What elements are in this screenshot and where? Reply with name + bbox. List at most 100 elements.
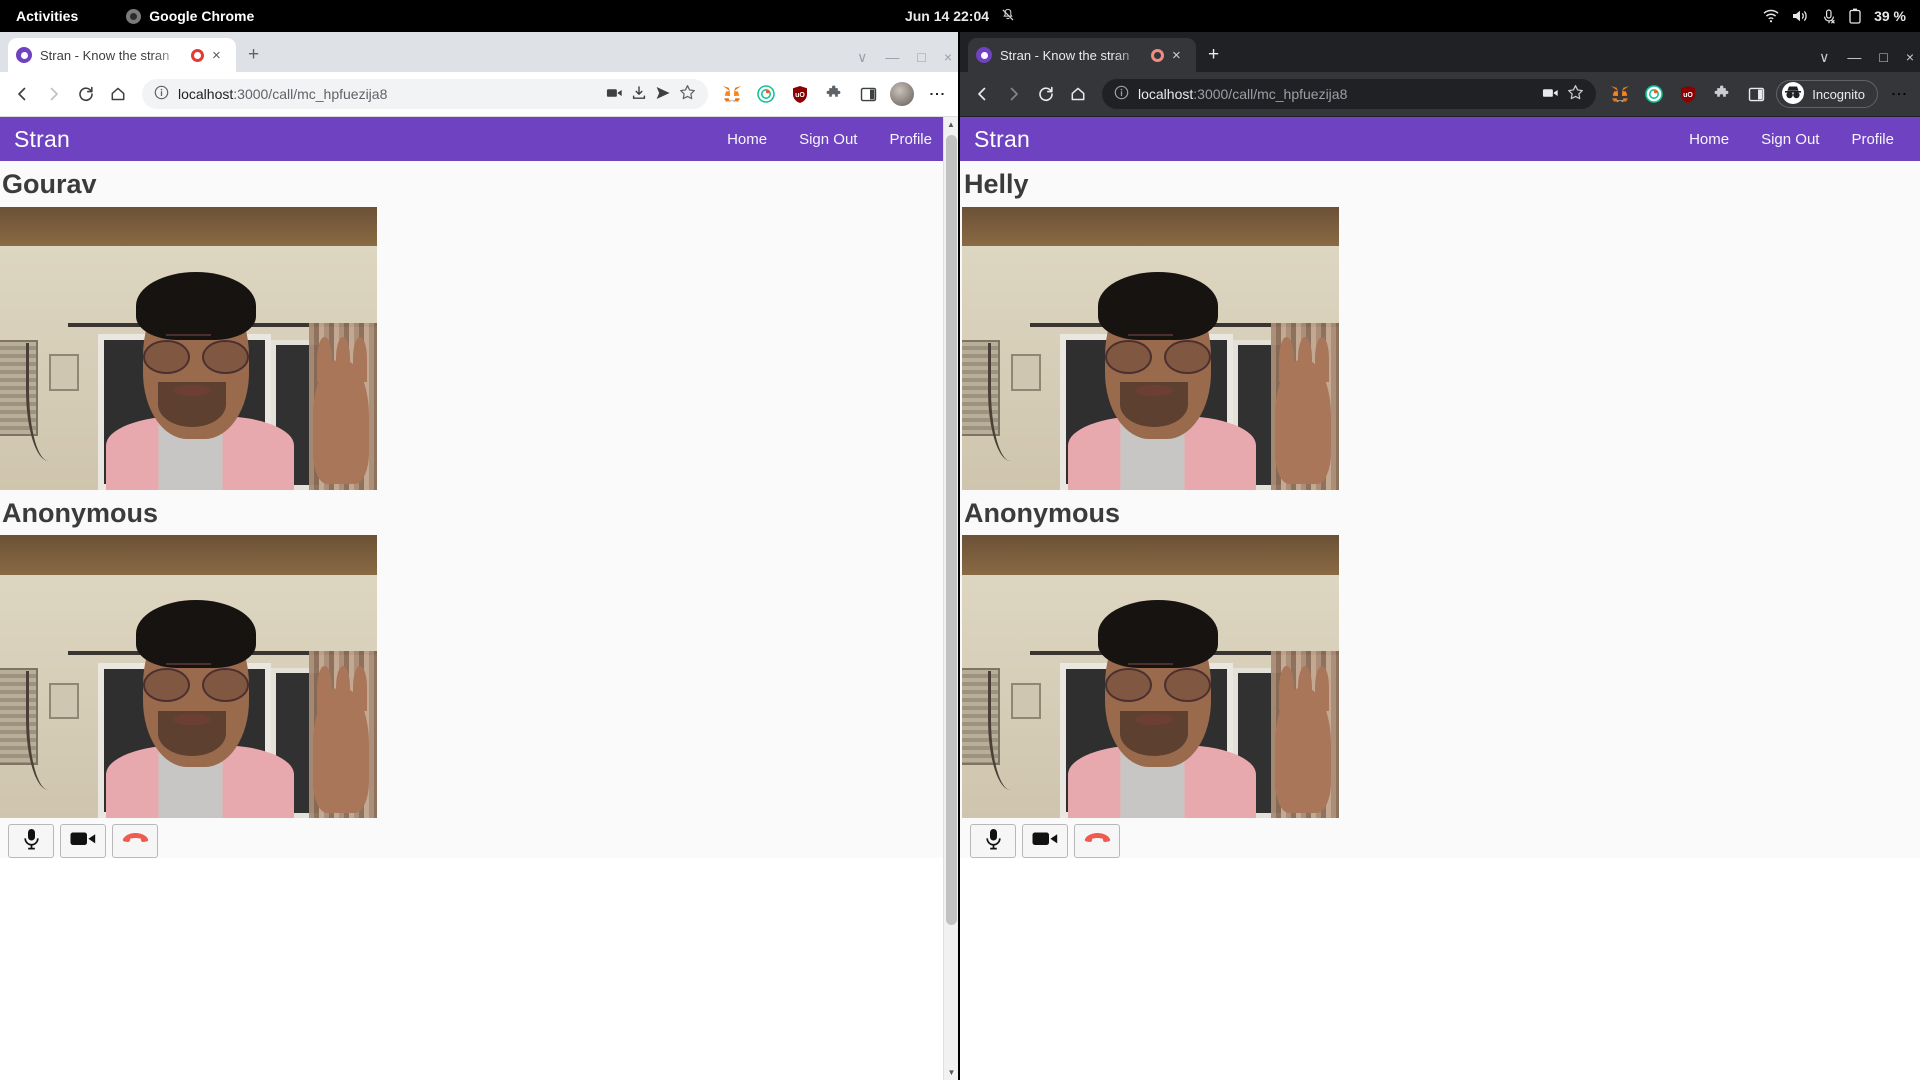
site-info-icon[interactable] xyxy=(154,85,169,103)
camera-toggle-button[interactable] xyxy=(60,824,106,859)
bookmark-star-icon[interactable] xyxy=(1567,84,1584,104)
maximize-button[interactable]: □ xyxy=(917,50,925,64)
close-window-button[interactable]: × xyxy=(1906,50,1914,64)
url-text: localhost:3000/call/mc_hpfuezija8 xyxy=(178,86,387,102)
incognito-label: Incognito xyxy=(1812,86,1865,102)
active-app-menu[interactable]: Google Chrome xyxy=(126,8,254,24)
extension-icons: uO ⋮ xyxy=(718,80,950,108)
tab-close-icon[interactable]: × xyxy=(1172,48,1188,63)
end-call-button[interactable] xyxy=(112,824,158,859)
app-brand[interactable]: Stran xyxy=(14,126,70,153)
call-page-body: Helly Anonymous xyxy=(960,161,1920,859)
tab-search-chevron-down-icon[interactable]: ∨ xyxy=(1819,50,1829,64)
local-video-feed[interactable] xyxy=(0,535,377,819)
end-call-button[interactable] xyxy=(1074,824,1120,859)
nav-link-sign-out[interactable]: Sign Out xyxy=(799,131,857,148)
metamask-icon[interactable] xyxy=(718,80,746,108)
extension-icons: uO Incognito ⋮ xyxy=(1606,80,1912,108)
stran-favicon xyxy=(16,47,32,63)
forward-icon[interactable] xyxy=(40,80,68,108)
bookmark-star-icon[interactable] xyxy=(679,84,696,104)
system-status-area[interactable]: 39 % xyxy=(1763,8,1906,24)
remote-video-feed[interactable] xyxy=(962,206,1339,490)
back-icon[interactable] xyxy=(8,80,36,108)
battery-percentage: 39 % xyxy=(1874,8,1906,24)
ublock-origin-icon[interactable]: uO xyxy=(786,80,814,108)
scroll-up-arrow-icon[interactable]: ▲ xyxy=(944,117,958,132)
microphone-toggle-button[interactable] xyxy=(970,824,1016,859)
nav-link-profile[interactable]: Profile xyxy=(889,131,932,148)
recording-indicator-icon[interactable] xyxy=(1151,48,1164,62)
home-icon[interactable] xyxy=(104,80,132,108)
peer-name-remote: Gourav xyxy=(2,169,97,199)
back-icon[interactable] xyxy=(968,80,996,108)
minimize-button[interactable]: — xyxy=(1847,50,1861,64)
microphone-toggle-button[interactable] xyxy=(8,824,54,859)
page-scrollbar[interactable]: ▲ ▼ xyxy=(943,117,958,1080)
new-tab-button[interactable]: + xyxy=(1208,45,1219,64)
address-bar[interactable]: localhost:3000/call/mc_hpfuezija8 xyxy=(1102,79,1597,109)
metamask-icon[interactable] xyxy=(1606,80,1634,108)
forward-icon[interactable] xyxy=(1000,80,1028,108)
nav-link-sign-out[interactable]: Sign Out xyxy=(1761,131,1819,148)
scrollbar-thumb[interactable] xyxy=(946,135,957,925)
window-controls: ∨ — □ × xyxy=(857,50,952,64)
site-info-icon[interactable] xyxy=(1114,85,1129,103)
extensions-puzzle-icon[interactable] xyxy=(1708,80,1736,108)
grammarly-icon[interactable] xyxy=(1640,80,1668,108)
side-panel-icon[interactable] xyxy=(1742,80,1770,108)
install-app-icon[interactable] xyxy=(631,85,647,104)
nav-link-home[interactable]: Home xyxy=(727,131,767,148)
extensions-puzzle-icon[interactable] xyxy=(820,80,848,108)
media-cast-icon[interactable] xyxy=(1542,86,1559,103)
notification-bell-muted-icon xyxy=(1001,8,1015,25)
home-icon[interactable] xyxy=(1064,80,1092,108)
nav-link-profile[interactable]: Profile xyxy=(1851,131,1894,148)
new-tab-button[interactable]: + xyxy=(248,45,259,64)
address-bar[interactable]: localhost:3000/call/mc_hpfuezija8 xyxy=(142,79,708,109)
tab-close-icon[interactable]: × xyxy=(212,48,228,63)
peer-name-local: Anonymous xyxy=(964,497,1121,528)
url-path: :3000/call/mc_hpfuezija8 xyxy=(233,86,388,102)
system-top-bar: Activities Google Chrome Jun 14 22:04 39… xyxy=(0,0,1920,32)
activities-button[interactable]: Activities xyxy=(16,8,78,24)
chrome-window-right-incognito: Stran - Know the stran × + ∨ — □ × local… xyxy=(960,32,1920,1080)
profile-avatar[interactable] xyxy=(888,80,916,108)
share-icon[interactable] xyxy=(655,85,671,104)
local-video-feed[interactable] xyxy=(962,535,1339,819)
chrome-icon xyxy=(126,8,142,24)
chrome-menu-icon[interactable]: ⋮ xyxy=(1884,80,1912,108)
reload-icon[interactable] xyxy=(72,80,100,108)
battery-icon xyxy=(1849,8,1861,24)
app-navbar: Stran Home Sign Out Profile xyxy=(0,117,958,161)
reload-icon[interactable] xyxy=(1032,80,1060,108)
camera-toggle-button[interactable] xyxy=(1022,824,1068,859)
tab-strip: Stran - Know the stran × + ∨ — □ × xyxy=(960,32,1920,72)
url-text: localhost:3000/call/mc_hpfuezija8 xyxy=(1138,86,1347,102)
nav-links: Home Sign Out Profile xyxy=(727,131,944,148)
app-brand[interactable]: Stran xyxy=(974,126,1030,153)
remote-video-feed[interactable] xyxy=(0,206,377,490)
minimize-button[interactable]: — xyxy=(885,50,899,64)
chrome-menu-icon[interactable]: ⋮ xyxy=(922,80,950,108)
close-window-button[interactable]: × xyxy=(944,50,952,64)
url-path: :3000/call/mc_hpfuezija8 xyxy=(1193,86,1348,102)
screen: Activities Google Chrome Jun 14 22:04 39… xyxy=(0,0,1920,1080)
maximize-button[interactable]: □ xyxy=(1879,50,1887,64)
browser-tab[interactable]: Stran - Know the stran × xyxy=(8,38,236,72)
media-cast-icon[interactable] xyxy=(606,86,623,103)
url-host: localhost xyxy=(178,86,234,102)
system-clock[interactable]: Jun 14 22:04 xyxy=(905,8,1015,25)
scroll-down-arrow-icon[interactable]: ▼ xyxy=(944,1065,958,1080)
grammarly-icon[interactable] xyxy=(752,80,780,108)
window-controls: ∨ — □ × xyxy=(1819,50,1914,64)
incognito-indicator[interactable]: Incognito xyxy=(1776,80,1878,108)
side-panel-icon[interactable] xyxy=(854,80,882,108)
browser-tab[interactable]: Stran - Know the stran × xyxy=(968,38,1196,72)
tab-search-chevron-down-icon[interactable]: ∨ xyxy=(857,50,867,64)
tab-title: Stran - Know the stran xyxy=(1000,47,1130,63)
ublock-origin-icon[interactable]: uO xyxy=(1674,80,1702,108)
recording-indicator-icon[interactable] xyxy=(191,48,204,62)
svg-text:uO: uO xyxy=(795,91,805,98)
nav-link-home[interactable]: Home xyxy=(1689,131,1729,148)
